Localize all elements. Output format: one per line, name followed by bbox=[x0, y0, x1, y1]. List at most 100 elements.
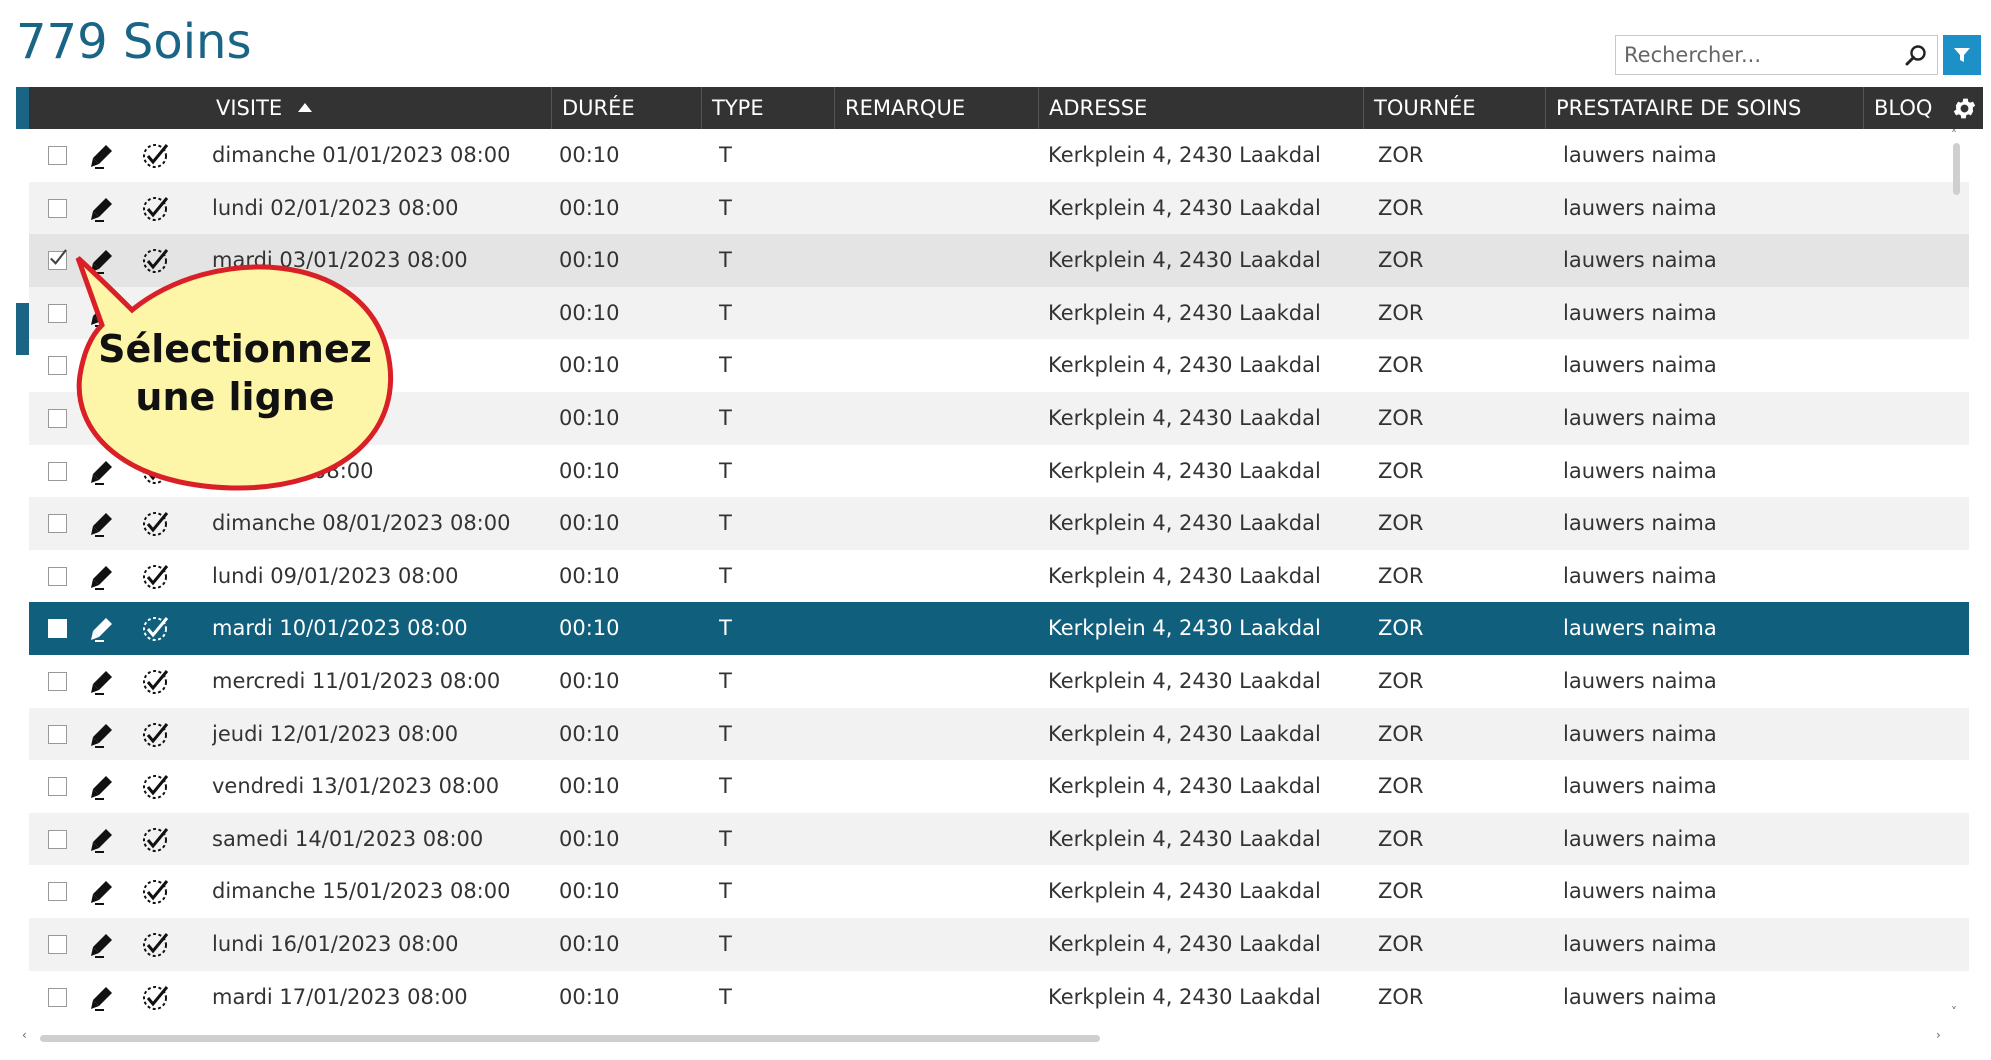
pencil-icon[interactable] bbox=[87, 930, 117, 960]
cell-type: T bbox=[719, 931, 732, 956]
cell-prestataire: lauwers naima bbox=[1563, 458, 1717, 483]
table-row[interactable]: lundi 02/01/2023 08:00 00:10 T Kerkplein 4,… bbox=[29, 181, 1969, 235]
row-checkbox[interactable] bbox=[48, 566, 67, 586]
horizontal-scroll-thumb[interactable] bbox=[40, 1035, 1100, 1042]
cell-prestataire: lauwers naima bbox=[1563, 300, 1717, 325]
cell-tournee: ZOR bbox=[1378, 353, 1424, 378]
row-checkbox[interactable] bbox=[48, 882, 67, 902]
cell-adresse: Kerkplein 4, 2430 Laakdal bbox=[1048, 353, 1321, 378]
pencil-icon[interactable] bbox=[87, 614, 117, 644]
row-checkbox[interactable] bbox=[48, 724, 67, 744]
cell-adresse: Kerkplein 4, 2430 Laakdal bbox=[1048, 143, 1321, 167]
row-checkbox[interactable] bbox=[48, 777, 67, 797]
pencil-icon[interactable] bbox=[87, 509, 117, 539]
table-row[interactable]: lundi 09/01/2023 08:00 00:10 T Kerkplein 4,… bbox=[29, 549, 1969, 603]
row-checkbox[interactable] bbox=[48, 146, 67, 165]
vertical-scroll-thumb[interactable] bbox=[1953, 143, 1960, 195]
check-badge-icon[interactable] bbox=[140, 562, 170, 592]
check-badge-icon[interactable] bbox=[140, 930, 170, 960]
pencil-icon[interactable] bbox=[87, 141, 117, 171]
row-checkbox[interactable] bbox=[48, 829, 67, 849]
cell-prestataire: lauwers naima bbox=[1563, 721, 1717, 746]
cell-prestataire: lauwers naima bbox=[1563, 879, 1717, 904]
table-row[interactable]: dimanche 08/01/2023 08:00 00:10 T Kerkplein… bbox=[29, 497, 1969, 550]
row-checkbox[interactable] bbox=[48, 514, 67, 534]
col-header-remarque[interactable]: REMARQUE bbox=[834, 87, 1038, 129]
check-badge-icon[interactable] bbox=[140, 141, 170, 171]
cell-type: T bbox=[719, 826, 732, 851]
pencil-icon[interactable] bbox=[87, 877, 117, 907]
cell-duree: 00:10 bbox=[559, 668, 620, 693]
row-checkbox[interactable] bbox=[48, 987, 67, 1007]
col-header-type[interactable]: TYPE bbox=[701, 87, 834, 129]
cell-duree: 00:10 bbox=[559, 826, 620, 851]
cell-adresse: Kerkplein 4, 2430 Laakdal bbox=[1048, 563, 1321, 588]
pencil-icon[interactable] bbox=[87, 667, 117, 697]
scroll-left-arrow[interactable]: ‹ bbox=[22, 1028, 27, 1042]
col-header-tournee[interactable]: TOURNÉE bbox=[1363, 87, 1545, 129]
pencil-icon[interactable] bbox=[87, 720, 117, 750]
check-badge-icon[interactable] bbox=[140, 772, 170, 802]
cell-visite: mardi 10/01/2023 08:00 bbox=[212, 616, 468, 641]
pencil-icon[interactable] bbox=[87, 983, 117, 1013]
col-header-prestataire[interactable]: PRESTATAIRE DE SOINS bbox=[1545, 87, 1863, 129]
scroll-right-arrow[interactable]: › bbox=[1936, 1028, 1941, 1042]
pencil-icon[interactable] bbox=[87, 825, 117, 855]
col-header-duree[interactable]: DURÉE bbox=[551, 87, 701, 129]
check-badge-icon[interactable] bbox=[140, 194, 170, 224]
row-checkbox[interactable] bbox=[48, 934, 67, 954]
check-badge-icon[interactable] bbox=[140, 509, 170, 539]
cell-adresse: Kerkplein 4, 2430 Laakdal bbox=[1048, 721, 1321, 746]
cell-prestataire: lauwers naima bbox=[1563, 616, 1717, 641]
scroll-down-arrow[interactable]: ˅ bbox=[1951, 1005, 1957, 1019]
check-badge-icon[interactable] bbox=[140, 983, 170, 1013]
horizontal-scrollbar[interactable]: ‹ › bbox=[16, 1028, 1966, 1048]
table-row[interactable]: mercredi 11/01/2023 08:00 00:10 T Kerkplein… bbox=[29, 654, 1969, 708]
filter-button[interactable] bbox=[1943, 35, 1981, 75]
table-row[interactable]: vendredi 13/01/2023 08:00 00:10 T Kerkplein… bbox=[29, 760, 1969, 813]
table-row[interactable]: mardi 10/01/2023 08:00 00:10 T Kerkplein 4,… bbox=[29, 602, 1969, 655]
row-checkbox[interactable] bbox=[48, 619, 67, 639]
cell-adresse: Kerkplein 4, 2430 Laakdal bbox=[1048, 879, 1321, 904]
cell-adresse: Kerkplein 4, 2430 Laakdal bbox=[1048, 826, 1321, 851]
table-row[interactable]: jeudi 12/01/2023 08:00 00:10 T Kerkplein 4,… bbox=[29, 707, 1969, 761]
search-box[interactable] bbox=[1615, 35, 1938, 75]
col-header-visite[interactable]: VISITE bbox=[206, 87, 551, 129]
check-badge-icon[interactable] bbox=[140, 877, 170, 907]
cell-duree: 00:10 bbox=[559, 931, 620, 956]
cell-prestataire: lauwers naima bbox=[1563, 248, 1717, 273]
search-icon[interactable] bbox=[1903, 43, 1929, 69]
cell-tournee: ZOR bbox=[1378, 143, 1424, 167]
table-row[interactable]: mardi 17/01/2023 08:00 00:10 T Kerkplein 4,… bbox=[29, 970, 1969, 1024]
check-badge-icon[interactable] bbox=[140, 720, 170, 750]
pencil-icon[interactable] bbox=[87, 194, 117, 224]
check-badge-icon[interactable] bbox=[140, 825, 170, 855]
col-header-adresse[interactable]: ADRESSE bbox=[1038, 87, 1363, 129]
vertical-scrollbar[interactable]: ˄ ˅ bbox=[1950, 128, 1962, 1025]
cell-prestataire: lauwers naima bbox=[1563, 195, 1717, 220]
cell-visite: dimanche 08/01/2023 08:00 bbox=[212, 511, 511, 536]
cell-tournee: ZOR bbox=[1378, 721, 1424, 746]
pencil-icon[interactable] bbox=[87, 772, 117, 802]
table-row[interactable]: samedi 14/01/2023 08:00 00:10 T Kerkplein 4… bbox=[29, 812, 1969, 866]
check-badge-icon[interactable] bbox=[140, 614, 170, 644]
cell-type: T bbox=[719, 248, 732, 273]
pencil-icon[interactable] bbox=[87, 562, 117, 592]
check-badge-icon[interactable] bbox=[140, 667, 170, 697]
cell-visite: lundi 02/01/2023 08:00 bbox=[212, 195, 459, 220]
row-checkbox[interactable] bbox=[48, 671, 67, 691]
gear-icon[interactable] bbox=[1951, 95, 1978, 122]
table-row[interactable]: lundi 16/01/2023 08:00 00:10 T Kerkplein 4,… bbox=[29, 917, 1969, 971]
cell-tournee: ZOR bbox=[1378, 300, 1424, 325]
cell-prestataire: lauwers naima bbox=[1563, 826, 1717, 851]
table-row[interactable]: dimanche 15/01/2023 08:00 00:10 T Kerkplein… bbox=[29, 865, 1969, 918]
scroll-up-arrow[interactable]: ˄ bbox=[1951, 128, 1957, 142]
cell-duree: 00:10 bbox=[559, 248, 620, 273]
cell-type: T bbox=[719, 405, 732, 430]
sort-ascending-icon bbox=[297, 103, 312, 112]
row-checkbox[interactable] bbox=[48, 198, 67, 218]
cell-type: T bbox=[719, 511, 732, 536]
table-row[interactable]: dimanche 01/01/2023 08:00 00:10 T Kerkplein… bbox=[29, 129, 1969, 182]
cell-adresse: Kerkplein 4, 2430 Laakdal bbox=[1048, 984, 1321, 1009]
search-input[interactable] bbox=[1616, 36, 1886, 74]
